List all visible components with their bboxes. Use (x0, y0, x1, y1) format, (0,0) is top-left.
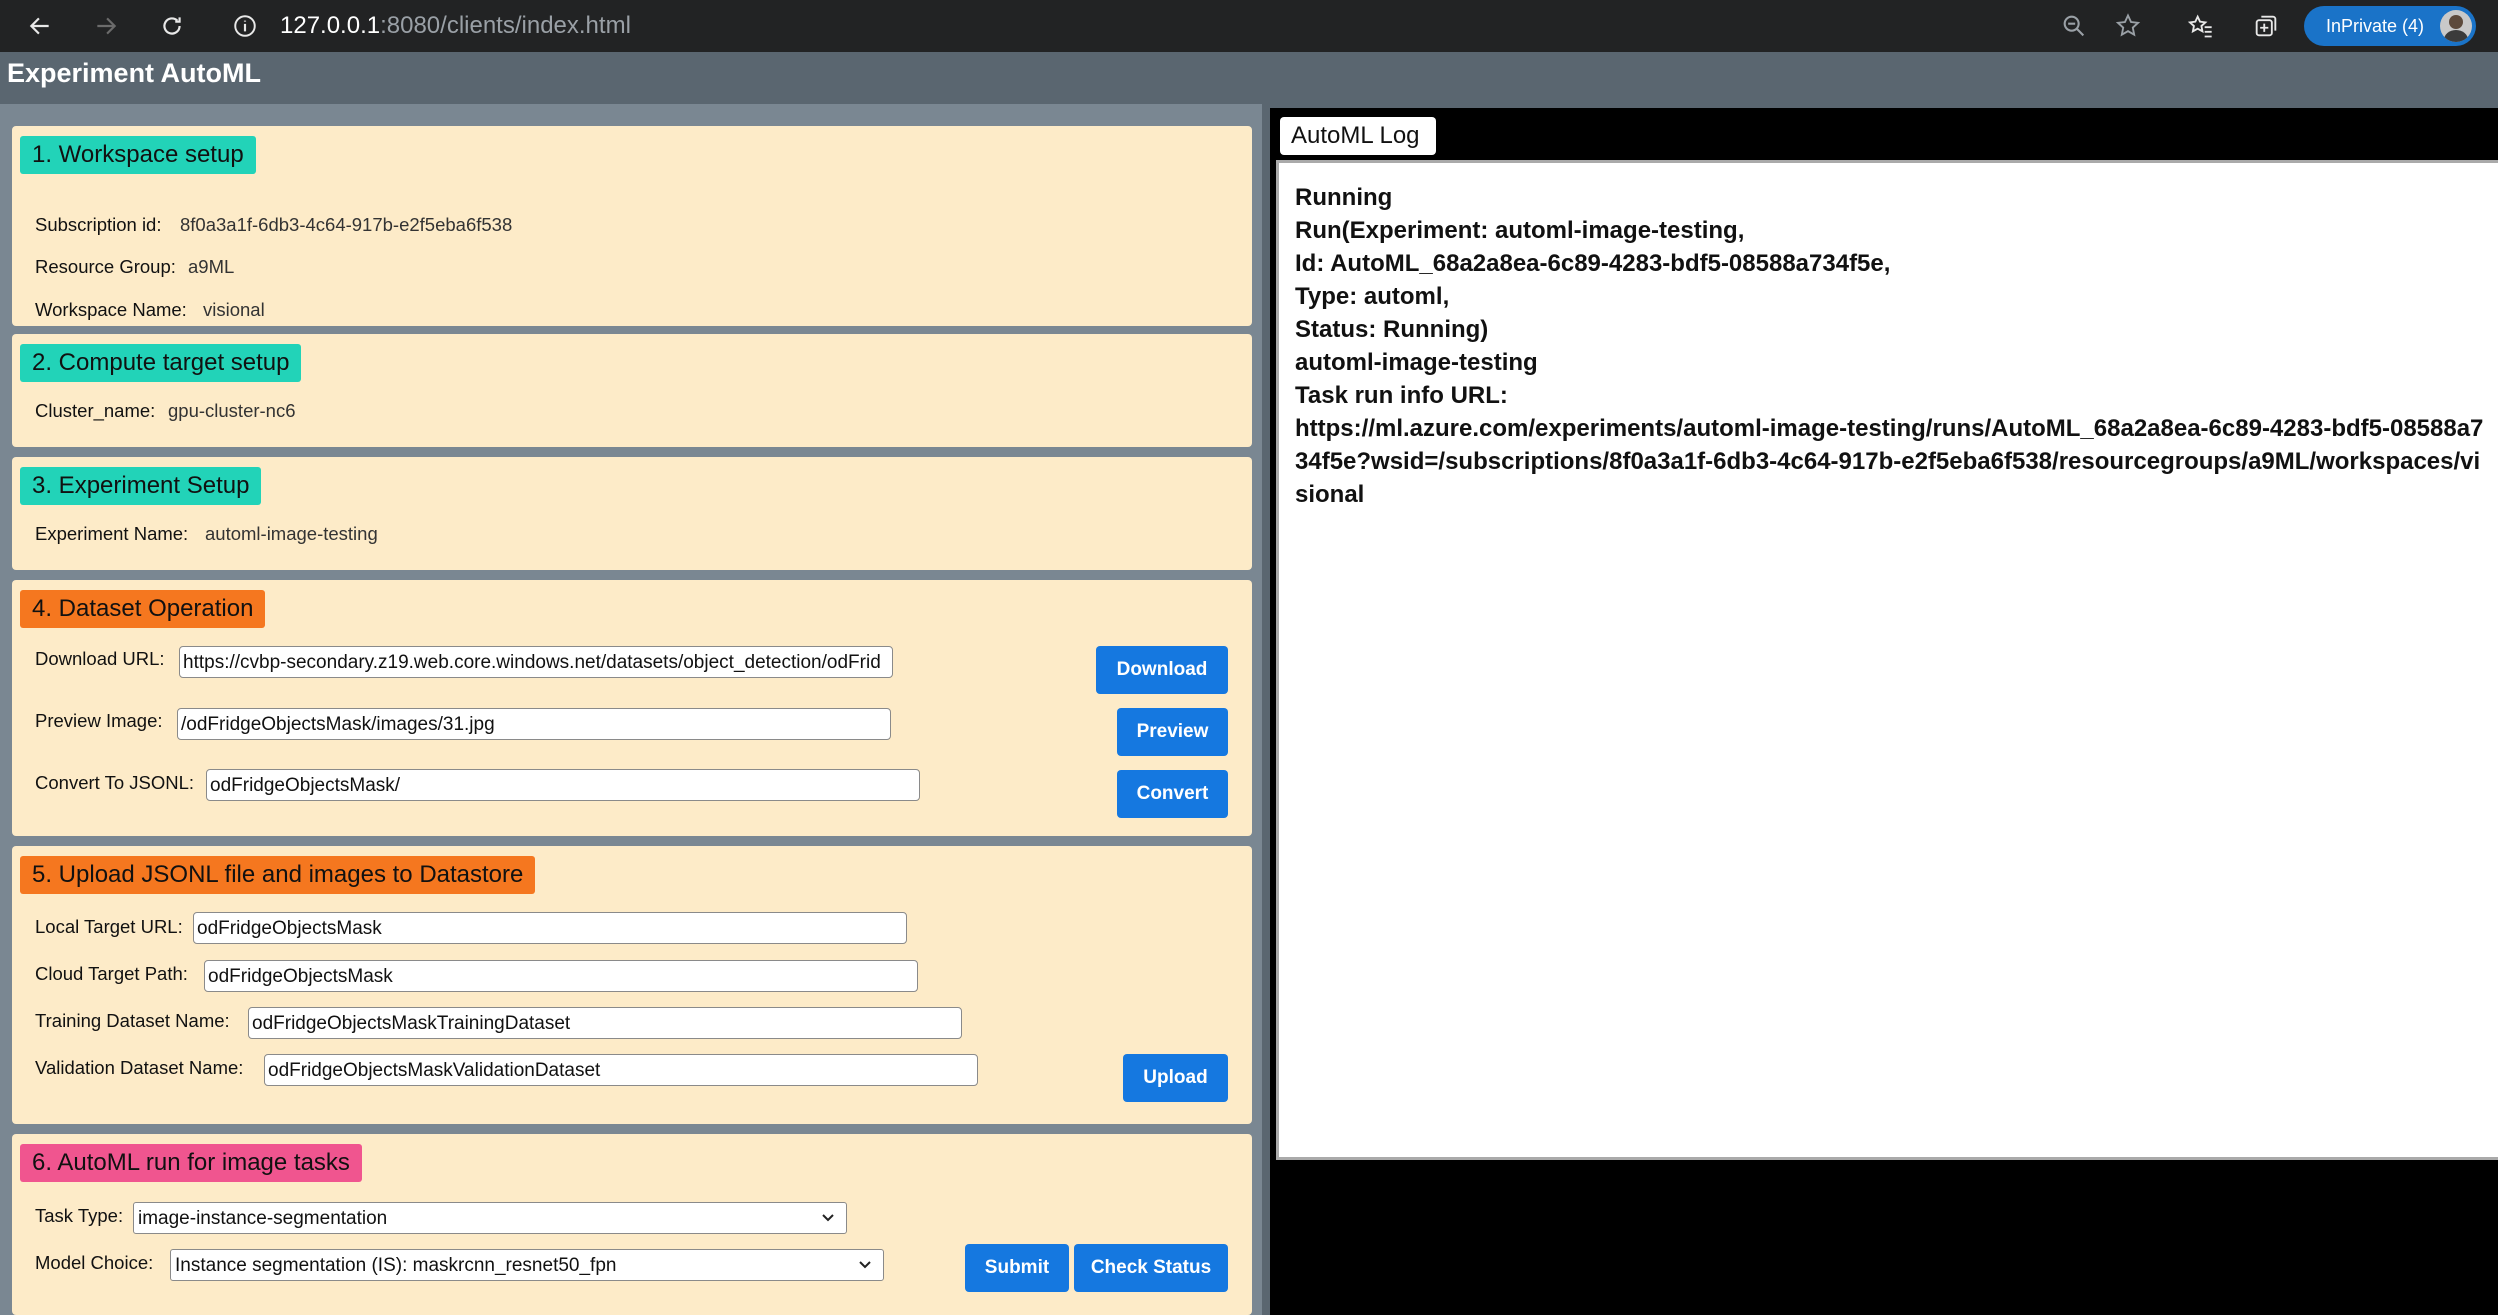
task-type-label: Task Type: (35, 1205, 124, 1226)
resource-group-label: Resource Group: (35, 256, 176, 277)
upload-section: 5. Upload JSONL file and images to Datas… (12, 846, 1252, 1124)
automl-section: 6. AutoML run for image tasks Task Type:… (12, 1134, 1252, 1315)
automl-header: 6. AutoML run for image tasks (20, 1144, 362, 1182)
preview-image-label: Preview Image: (35, 710, 163, 731)
log-tab[interactable]: AutoML Log (1280, 117, 1436, 155)
setup-panel: 1. Workspace setup Subscription id: 8f0a… (0, 104, 1262, 1315)
workspace-name-value: visional (203, 299, 265, 320)
model-choice-label: Model Choice: (35, 1252, 154, 1273)
subscription-value: 8f0a3a1f-6db3-4c64-917b-e2f5eba6f538 (180, 214, 513, 235)
training-dataset-label: Training Dataset Name: (35, 1010, 230, 1031)
compute-section: 2. Compute target setup Cluster_name: gp… (12, 334, 1252, 447)
preview-image-input[interactable]: /odFridgeObjectsMask/images/31.jpg (177, 708, 891, 740)
upload-header: 5. Upload JSONL file and images to Datas… (20, 856, 536, 894)
validation-dataset-input[interactable]: odFridgeObjectsMaskValidationDataset (264, 1054, 978, 1086)
add-favorite-icon[interactable] (2114, 12, 2142, 40)
collections-icon[interactable] (2252, 12, 2280, 40)
preview-button[interactable]: Preview (1117, 708, 1228, 756)
convert-jsonl-label: Convert To JSONL: (35, 772, 195, 793)
site-info-icon[interactable] (232, 13, 258, 39)
favorites-icon[interactable] (2186, 12, 2214, 40)
download-url-label: Download URL: (35, 648, 165, 669)
subscription-label: Subscription id: (35, 214, 162, 235)
training-dataset-input[interactable]: odFridgeObjectsMaskTrainingDataset (248, 1007, 962, 1039)
experiment-name-label: Experiment Name: (35, 523, 189, 544)
upload-button[interactable]: Upload (1123, 1054, 1228, 1102)
cluster-label: Cluster_name: (35, 400, 156, 421)
url-path: :8080/clients/index.html (380, 12, 631, 39)
cloud-target-input[interactable]: odFridgeObjectsMask (204, 960, 918, 992)
convert-button[interactable]: Convert (1117, 770, 1228, 818)
log-text: Running Run(Experiment: automl-image-tes… (1295, 184, 2484, 508)
compute-header: 2. Compute target setup (20, 344, 302, 382)
local-target-input[interactable]: odFridgeObjectsMask (193, 912, 907, 944)
experiment-header: 3. Experiment Setup (20, 467, 262, 505)
avatar (2440, 10, 2472, 42)
workspace-section: 1. Workspace setup Subscription id: 8f0a… (12, 126, 1252, 326)
page-title: Experiment AutoML (7, 58, 262, 88)
submit-button[interactable]: Submit (965, 1244, 1069, 1292)
inprivate-button[interactable]: InPrivate (4) (2304, 6, 2476, 46)
model-choice-select[interactable]: Instance segmentation (IS): maskrcnn_res… (170, 1249, 884, 1281)
download-button[interactable]: Download (1096, 646, 1228, 694)
browser-toolbar: 127.0.0.1:8080/clients/index.html InPriv… (0, 0, 2498, 52)
experiment-section: 3. Experiment Setup Experiment Name: aut… (12, 457, 1252, 570)
convert-jsonl-input[interactable]: odFridgeObjectsMask/ (206, 769, 920, 801)
dataset-section: 4. Dataset Operation Download URL: https… (12, 580, 1252, 836)
local-target-label: Local Target URL: (35, 916, 183, 937)
inprivate-label: InPrivate (4) (2326, 15, 2425, 36)
dataset-header: 4. Dataset Operation (20, 590, 266, 628)
task-type-value: image-instance-segmentation (138, 1208, 388, 1229)
experiment-name-value: automl-image-testing (205, 523, 378, 544)
refresh-icon[interactable] (154, 8, 190, 44)
workspace-header: 1. Workspace setup (20, 136, 256, 174)
model-choice-value: Instance segmentation (IS): maskrcnn_res… (175, 1255, 617, 1276)
task-type-select[interactable]: image-instance-segmentation (133, 1202, 847, 1234)
chevron-down-icon (859, 1261, 871, 1269)
workspace-name-label: Workspace Name: (35, 299, 187, 320)
back-icon[interactable] (22, 8, 58, 44)
cloud-target-label: Cloud Target Path: (35, 963, 188, 984)
zoom-icon[interactable] (2060, 12, 2088, 40)
log-output: Running Run(Experiment: automl-image-tes… (1276, 160, 2498, 1160)
chevron-down-icon (822, 1214, 834, 1222)
url-host: 127.0.0.1 (280, 12, 381, 39)
forward-icon[interactable] (88, 8, 124, 44)
validation-dataset-label: Validation Dataset Name: (35, 1057, 244, 1078)
check-status-button[interactable]: Check Status (1074, 1244, 1228, 1292)
address-bar[interactable]: 127.0.0.1:8080/clients/index.html (280, 10, 631, 42)
cluster-value: gpu-cluster-nc6 (168, 400, 296, 421)
resource-group-value: a9ML (188, 256, 235, 277)
download-url-input[interactable]: https://cvbp-secondary.z19.web.core.wind… (179, 646, 893, 678)
